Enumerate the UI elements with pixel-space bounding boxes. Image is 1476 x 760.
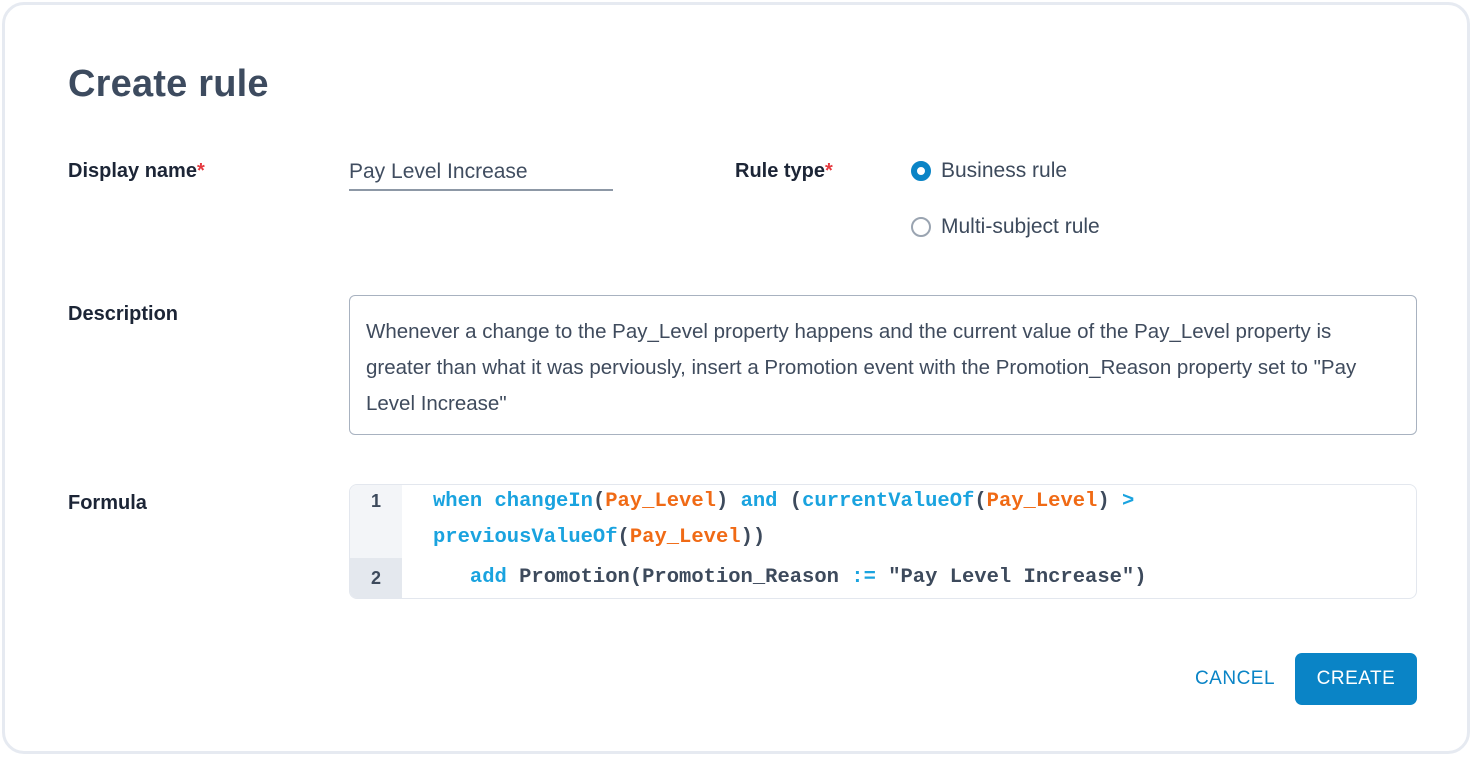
code-line: add Promotion(Promotion_Reason := "Pay L…: [433, 566, 1147, 589]
code-text: (: [617, 526, 630, 549]
code-keyword: and: [740, 490, 778, 513]
code-text: "Pay Level Increase"): [875, 566, 1147, 589]
radio-multi-subject-rule[interactable]: Multi-subject rule: [911, 215, 1100, 239]
code-keyword: add: [469, 566, 507, 589]
radio-checked-icon[interactable]: [911, 161, 931, 181]
code-keyword: currentValueOf: [802, 490, 975, 513]
code-keyword: >: [1121, 490, 1135, 513]
required-marker: *: [825, 160, 833, 182]
code-text: ): [715, 490, 741, 513]
line-number: 1: [370, 491, 381, 511]
code-argument: Pay_Level: [629, 526, 741, 549]
radio-business-rule[interactable]: Business rule: [911, 159, 1067, 183]
rule-type-label: Rule type*: [735, 160, 833, 183]
code-keyword: previousValueOf: [433, 526, 618, 549]
code-argument: Pay_Level: [986, 490, 1098, 513]
rule-type-label-text: Rule type: [735, 160, 826, 182]
line-number: 2: [370, 568, 381, 588]
code-text: )): [740, 526, 766, 549]
display-name-label-text: Display name: [68, 160, 197, 182]
code-argument: Pay_Level: [605, 490, 716, 513]
code-line: when changeIn(Pay_Level) and (currentVal…: [433, 490, 1134, 513]
dialog-title: Create rule: [68, 63, 269, 105]
create-button[interactable]: CREATE: [1295, 653, 1417, 705]
code-line: previousValueOf(Pay_Level)): [433, 526, 765, 549]
cancel-button[interactable]: CANCEL: [1185, 660, 1285, 698]
description-label: Description: [68, 303, 179, 325]
radio-business-rule-label: Business rule: [941, 159, 1068, 182]
display-name-label: Display name*: [68, 160, 205, 183]
formula-label: Formula: [68, 492, 147, 514]
description-textarea[interactable]: Whenever a change to the Pay_Level prope…: [349, 295, 1417, 435]
radio-multi-subject-rule-label: Multi-subject rule: [941, 215, 1100, 238]
code-keyword: :=: [851, 566, 876, 589]
radio-unchecked-icon[interactable]: [911, 217, 931, 237]
code-text: (: [974, 490, 987, 513]
code-text: (: [592, 490, 606, 513]
display-name-input[interactable]: [349, 155, 613, 191]
code-text: (: [777, 490, 803, 513]
formula-editor[interactable]: 1 2 when changeIn(Pay_Level) and (curren…: [349, 484, 1417, 599]
create-rule-dialog: Create rule Display name* Rule type* Bus…: [2, 2, 1470, 754]
code-text: ): [1097, 490, 1122, 513]
code-keyword: when changeIn: [433, 490, 593, 513]
required-marker: *: [196, 160, 205, 182]
code-text: Promotion(Promotion_Reason: [506, 566, 852, 589]
